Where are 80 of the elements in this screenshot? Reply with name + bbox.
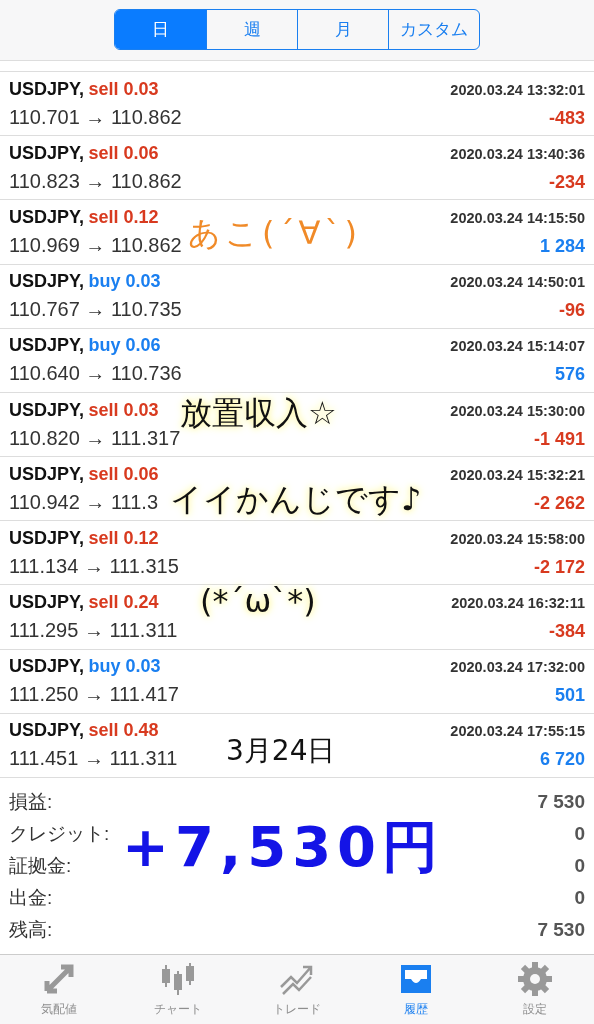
deal-prices: 110.942 → 111.3 <box>9 490 158 514</box>
symbol-label: USDJPY, <box>9 592 85 613</box>
deal-profit: -384 <box>548 621 585 643</box>
deal-time: 2020.03.24 13:32:01 <box>450 81 585 98</box>
summary-value: 0 <box>574 854 585 877</box>
deal-prices: 111.295 → 111.311 <box>9 619 178 643</box>
period-tab[interactable]: 月 <box>297 9 388 49</box>
deal-time: 2020.03.24 15:30:00 <box>450 402 585 419</box>
deal-prices: 110.820 → 111.317 <box>9 426 181 450</box>
deal-prices: 110.969 → 110.862 <box>9 234 182 257</box>
summary-value: 0 <box>574 886 585 909</box>
handwritten-note: (*´ω`*) <box>200 582 316 620</box>
deal-volume: sell 0.12 <box>88 207 159 227</box>
nav-tab[interactable]: トレード <box>237 954 357 1024</box>
deal-volume: sell 0.03 <box>88 399 159 420</box>
symbol-label: USDJPY, <box>9 207 85 227</box>
deal-time: 2020.03.24 13:40:36 <box>450 145 585 162</box>
deal-profit: -96 <box>559 300 585 322</box>
handwritten-note: 3月24日 <box>226 733 336 769</box>
deal-profit: 1 284 <box>539 236 585 257</box>
deal-time: 2020.03.24 15:14:07 <box>450 338 585 355</box>
handwritten-note: +7,530円 <box>122 813 445 881</box>
deal-prices: 110.767 → 110.735 <box>9 298 182 322</box>
handwritten-note: 放置収入☆ <box>180 393 337 434</box>
summary-label: クレジット: <box>9 821 110 846</box>
summary-label: 証拠金: <box>9 853 72 878</box>
deal-profit: 576 <box>554 364 585 386</box>
deal-volume: sell 0.48 <box>88 720 159 741</box>
summary-label: 出金: <box>9 885 53 910</box>
summary-value: 0 <box>574 822 585 845</box>
deal-prices: 110.701 → 110.862 <box>9 105 182 129</box>
deal-prices: 111.451 → 111.311 <box>9 747 178 771</box>
symbol-label: USDJPY, <box>9 527 85 548</box>
deal-time: 2020.03.24 15:58:00 <box>450 530 585 547</box>
deal-prices: 111.250 → 111.417 <box>9 683 179 707</box>
deal-prices: 110.640 → 110.736 <box>9 362 182 386</box>
deal-profit: -2 262 <box>533 492 585 514</box>
symbol-label: USDJPY, <box>9 463 85 484</box>
deal-volume: sell 0.06 <box>88 142 159 163</box>
deal-volume: buy 0.06 <box>88 335 161 356</box>
deal-profit: 6 720 <box>539 749 585 771</box>
deal-time: 2020.03.24 14:50:01 <box>450 274 585 291</box>
symbol-label: USDJPY, <box>9 271 85 292</box>
symbol-label: USDJPY, <box>9 720 85 741</box>
nav-tab[interactable]: 履歴 <box>356 954 476 1024</box>
deal-volume: buy 0.03 <box>88 271 161 292</box>
handwritten-note: あこ(´∀`) <box>188 213 361 254</box>
deal-profit: -234 <box>548 171 585 193</box>
period-tab[interactable]: 日 <box>115 9 206 49</box>
deal-prices: 110.823 → 110.862 <box>9 169 182 193</box>
nav-tab[interactable]: チャート <box>118 954 238 1024</box>
deal-volume: sell 0.24 <box>88 592 159 613</box>
symbol-label: USDJPY, <box>9 656 85 677</box>
deal-volume: sell 0.12 <box>88 527 159 548</box>
deal-time: 2020.03.24 16:32:11 <box>451 595 585 612</box>
deal-time: 2020.03.24 14:15:50 <box>450 210 585 226</box>
deal-volume: sell 0.03 <box>88 78 159 99</box>
summary-value: 7 530 <box>537 790 585 813</box>
period-tab[interactable]: カスタム <box>388 9 479 49</box>
nav-tab[interactable]: 気配値 <box>0 954 119 1024</box>
symbol-label: USDJPY, <box>9 335 85 356</box>
deal-time: 2020.03.24 15:32:21 <box>450 466 585 483</box>
deal-profit: -2 172 <box>533 556 585 578</box>
deal-volume: sell 0.06 <box>88 463 159 484</box>
deal-prices: 111.134 → 111.315 <box>9 554 179 578</box>
deal-volume: buy 0.03 <box>88 656 161 677</box>
period-tab[interactable]: 週 <box>206 9 297 49</box>
summary-label: 残高: <box>9 917 53 942</box>
deal-profit: -1 491 <box>533 428 585 450</box>
handwritten-note: イイかんじです♪ <box>170 479 422 520</box>
nav-tab[interactable]: 設定 <box>475 954 594 1024</box>
deal-profit: -483 <box>548 107 585 129</box>
deal-time: 2020.03.24 17:55:15 <box>450 723 585 740</box>
summary-value: 7 530 <box>537 918 585 941</box>
deal-time: 2020.03.24 17:32:00 <box>450 659 585 676</box>
symbol-label: USDJPY, <box>9 142 85 163</box>
symbol-label: USDJPY, <box>9 78 85 99</box>
deal-profit: 501 <box>554 685 585 707</box>
summary-label: 損益: <box>9 789 53 814</box>
symbol-label: USDJPY, <box>9 399 85 420</box>
